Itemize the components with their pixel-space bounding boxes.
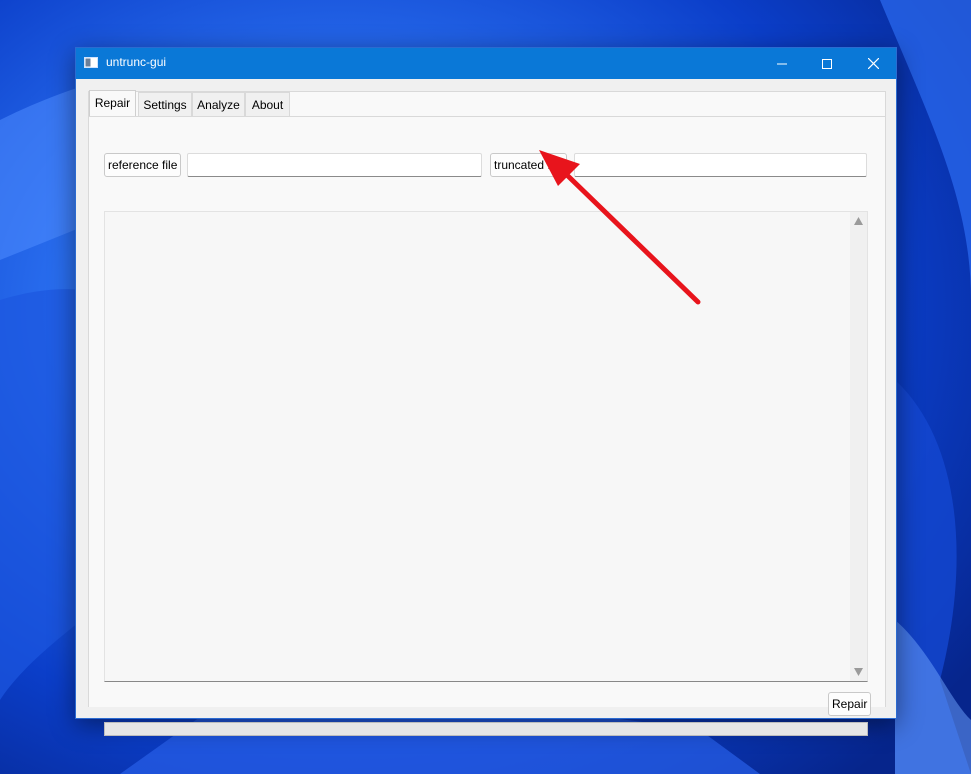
close-button[interactable]	[850, 48, 896, 79]
repair-progress-bar	[104, 722, 868, 736]
window-title: untrunc-gui	[106, 55, 167, 69]
maximize-button[interactable]	[804, 48, 850, 79]
minimize-icon	[777, 63, 787, 64]
title-bar[interactable]: untrunc-gui	[76, 48, 896, 79]
log-output-area[interactable]	[104, 211, 868, 682]
close-icon	[867, 58, 879, 69]
client-area: reference file truncated file Repair Rep…	[88, 90, 886, 736]
minimize-button[interactable]	[759, 48, 805, 79]
reference-file-button[interactable]: reference file	[104, 153, 182, 177]
tab-repair[interactable]: Repair	[89, 90, 136, 116]
app-window-icon	[84, 57, 98, 68]
app-window: untrunc-gui reference file truncated fil…	[75, 47, 897, 736]
log-scrollbar[interactable]	[850, 212, 867, 681]
repair-tab-panel: reference file truncated file Repair	[89, 116, 885, 736]
truncated-file-input[interactable]	[574, 153, 867, 177]
reference-file-input[interactable]	[187, 153, 482, 177]
repair-button[interactable]: Repair	[828, 692, 872, 716]
tab-about[interactable]: About	[245, 92, 290, 116]
tab-settings[interactable]: Settings	[138, 92, 192, 116]
tab-analyze[interactable]: Analyze	[192, 92, 245, 116]
maximize-icon	[822, 58, 832, 69]
scroll-up-arrow-icon[interactable]	[854, 217, 863, 225]
scroll-down-arrow-icon[interactable]	[854, 668, 863, 676]
truncated-file-button[interactable]: truncated file	[490, 153, 567, 177]
